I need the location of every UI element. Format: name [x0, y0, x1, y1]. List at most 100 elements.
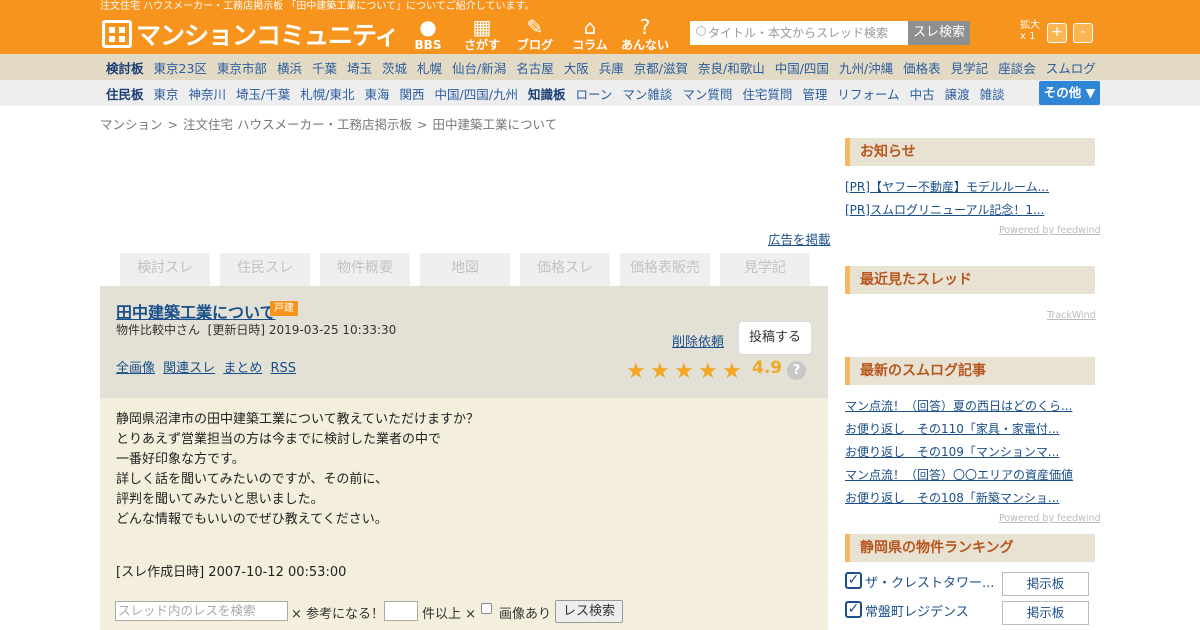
- reply-search-button[interactable]: レス検索: [555, 600, 623, 623]
- bar1-item[interactable]: 価格表: [903, 58, 941, 77]
- bar2-item[interactable]: 東京: [154, 84, 179, 103]
- delete-request-link[interactable]: 削除依頼: [672, 331, 724, 350]
- smolog-link[interactable]: マン点流！（回答）夏の西日はどのくら...: [845, 397, 1072, 414]
- bar1-item[interactable]: 東京市部: [217, 58, 267, 77]
- bar2-item[interactable]: ローン: [575, 84, 612, 103]
- smolog-link[interactable]: マン点流！（回答）〇〇エリアの資産価値: [845, 466, 1073, 483]
- recent-threads-heading: 最近見たスレッド: [845, 266, 1095, 294]
- thread-title[interactable]: 田中建築工業について: [116, 299, 276, 323]
- content-line: 詳しく話を聞いてみたいのですが、その前に、: [116, 472, 388, 487]
- bar2-item[interactable]: 札幌/東北: [300, 84, 354, 103]
- search-icon: [696, 26, 706, 36]
- review-board-title[interactable]: 検討板: [106, 58, 144, 77]
- bar1-item[interactable]: スムログ: [1046, 58, 1096, 77]
- rss-link[interactable]: RSS: [270, 361, 296, 376]
- useful-count-input[interactable]: [384, 601, 418, 621]
- ranking-heading: 静岡県の物件ランキング: [845, 534, 1095, 562]
- resident-board-title[interactable]: 住民板: [106, 84, 144, 103]
- bar1-item[interactable]: 仙台/新潟: [452, 58, 506, 77]
- bar2-item[interactable]: 管理: [802, 84, 827, 103]
- bar1-item[interactable]: 見学記: [951, 58, 989, 77]
- bar1-item[interactable]: 茨城: [382, 58, 407, 77]
- nav-column[interactable]: ⌂ コラム: [565, 16, 615, 52]
- breadcrumb-separator-icon: >: [416, 117, 428, 132]
- images-checkbox[interactable]: [481, 603, 492, 614]
- content-line: 静岡県沼津市の田中建築工業について教えていただけますか？: [116, 412, 479, 427]
- bar1-item[interactable]: 九州/沖縄: [839, 58, 893, 77]
- tab-review[interactable]: 検討スレ: [120, 253, 210, 286]
- related-threads-link[interactable]: 関連スレ: [163, 361, 215, 376]
- notice-link[interactable]: [PR]【ヤフー不動産】モデルルーム...: [845, 178, 1049, 195]
- bar1-item[interactable]: 座談会: [998, 58, 1036, 77]
- bar1-item[interactable]: 埼玉: [347, 58, 372, 77]
- reply-search-input[interactable]: スレッド内のレスを検索: [115, 601, 288, 621]
- bar2-item[interactable]: マン雑談: [622, 84, 672, 103]
- site-logo[interactable]: マンションコミュニティ: [102, 17, 400, 51]
- bar1-item[interactable]: 東京23区: [154, 58, 207, 77]
- smolog-heading: 最新のスムログ記事: [845, 357, 1095, 385]
- checkbox-icon[interactable]: ✓: [845, 601, 862, 618]
- bar2-item[interactable]: 住宅質問: [742, 84, 792, 103]
- summary-link[interactable]: まとめ: [223, 361, 262, 376]
- bar2-item[interactable]: 中古: [910, 84, 935, 103]
- tab-map[interactable]: 地図: [420, 253, 510, 286]
- zoom-in-button[interactable]: +: [1047, 23, 1067, 43]
- bar1-item[interactable]: 名古屋: [516, 58, 554, 77]
- nav-guide-label: あんない: [620, 38, 669, 52]
- ranking-item[interactable]: 常盤町レジデンス: [865, 601, 969, 620]
- bar2-item[interactable]: マン質問: [682, 84, 732, 103]
- more-boards-button[interactable]: その他 ▼: [1039, 81, 1100, 105]
- all-images-link[interactable]: 全画像: [116, 361, 155, 376]
- advertise-link[interactable]: 広告を掲載: [768, 229, 831, 248]
- tab-price-table[interactable]: 価格表販売: [620, 253, 710, 286]
- checkbox-icon[interactable]: ✓: [845, 572, 862, 589]
- zoom-value: x 1: [1020, 31, 1036, 42]
- post-button[interactable]: 投稿する: [738, 321, 812, 355]
- tab-overview[interactable]: 物件概要: [320, 253, 410, 286]
- rating-value: 4.9: [752, 358, 783, 378]
- tab-price[interactable]: 価格スレ: [520, 253, 610, 286]
- bar1-item[interactable]: 横浜: [277, 58, 302, 77]
- bar2-item[interactable]: 中国/四国/九州: [435, 84, 518, 103]
- bar2-item[interactable]: 雑談: [980, 84, 1005, 103]
- feedwind-credit[interactable]: Powered by feedwind: [999, 225, 1101, 236]
- trackwind-credit[interactable]: TrackWind: [1047, 310, 1096, 321]
- nav-blog[interactable]: ✎ ブログ: [510, 16, 560, 52]
- nav-guide[interactable]: ? あんない: [620, 16, 670, 52]
- bar1-item[interactable]: 札幌: [417, 58, 442, 77]
- help-icon[interactable]: ?: [787, 361, 806, 380]
- useful-label: × 参考になる！: [291, 607, 385, 622]
- smolog-link[interactable]: お便り返し その110「家具・家電付...: [845, 420, 1059, 437]
- bar2-item[interactable]: 関西: [400, 84, 425, 103]
- created-label: [スレ作成日時]: [116, 565, 205, 580]
- feedwind-credit[interactable]: Powered by feedwind: [999, 513, 1101, 524]
- zoom-out-button[interactable]: -: [1073, 23, 1093, 43]
- ranking-item[interactable]: ザ・クレストタワー...: [865, 572, 994, 591]
- zoom-label: 拡大 x 1: [1020, 20, 1040, 42]
- breadcrumb-item[interactable]: 注文住宅 ハウスメーカー・工務店掲示板: [183, 117, 412, 132]
- bar2-item[interactable]: リフォーム: [837, 84, 899, 103]
- knowledge-board-title[interactable]: 知識板: [528, 84, 566, 103]
- thread-search-button[interactable]: スレ検索: [908, 21, 970, 45]
- bar1-item[interactable]: 兵庫: [599, 58, 624, 77]
- nav-bbs[interactable]: ● BBS: [403, 16, 453, 52]
- bar1-item[interactable]: 京都/滋賀: [634, 58, 688, 77]
- board-button[interactable]: 掲示板: [1002, 601, 1089, 625]
- bar2-item[interactable]: 譲渡: [945, 84, 970, 103]
- board-button[interactable]: 掲示板: [1002, 572, 1089, 596]
- smolog-link[interactable]: お便り返し その108「新築マンショ...: [845, 489, 1059, 506]
- bar1-item[interactable]: 中国/四国: [775, 58, 829, 77]
- bar2-item[interactable]: 埼玉/千葉: [236, 84, 290, 103]
- bar1-item[interactable]: 奈良/和歌山: [698, 58, 765, 77]
- bar1-item[interactable]: 大阪: [564, 58, 589, 77]
- bar2-item[interactable]: 東海: [364, 84, 389, 103]
- nav-search[interactable]: ▦ さがす: [457, 16, 507, 52]
- tab-visit[interactable]: 見学記: [720, 253, 810, 286]
- breadcrumb-item[interactable]: マンション: [100, 117, 163, 132]
- tab-resident[interactable]: 住民スレ: [220, 253, 310, 286]
- bar1-item[interactable]: 千葉: [312, 58, 337, 77]
- notice-link[interactable]: [PR]スムログリニューアル記念！1...: [845, 201, 1044, 218]
- bar2-item[interactable]: 神奈川: [189, 84, 227, 103]
- thread-search-input[interactable]: タイトル・本文からスレッド検索: [690, 21, 908, 45]
- smolog-link[interactable]: お便り返し その109「マンションマ...: [845, 443, 1059, 460]
